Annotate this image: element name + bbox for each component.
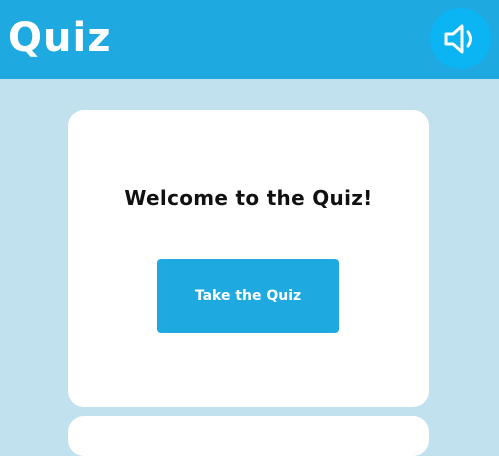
- welcome-card: Welcome to the Quiz! Take the Quiz: [68, 110, 429, 407]
- sound-toggle-button[interactable]: [430, 8, 491, 69]
- next-card: [68, 416, 429, 456]
- app-title: Quiz: [8, 15, 112, 61]
- app-header: Quiz: [0, 0, 499, 79]
- take-quiz-button[interactable]: Take the Quiz: [157, 259, 339, 333]
- speaker-volume-icon: [444, 24, 472, 53]
- welcome-heading: Welcome to the Quiz!: [124, 186, 373, 210]
